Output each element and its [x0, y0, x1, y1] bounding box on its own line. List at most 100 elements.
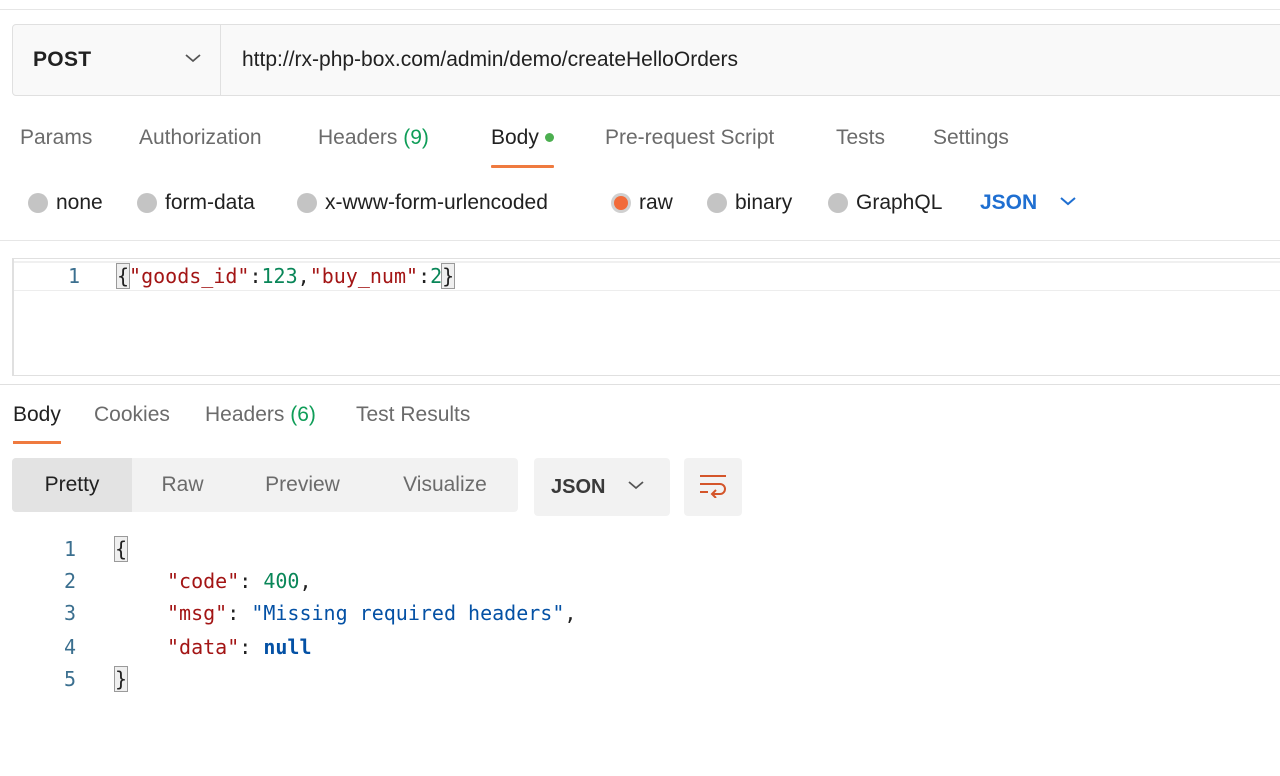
- radio-label: raw: [639, 191, 673, 214]
- tab-label: Body: [491, 126, 539, 149]
- response-format-select[interactable]: JSON: [534, 458, 670, 516]
- code-line: 5 }: [0, 666, 1280, 697]
- tab-label: Authorization: [139, 126, 262, 149]
- url-input[interactable]: http://rx-php-box.com/admin/demo/createH…: [221, 25, 1280, 95]
- response-tab-test-results[interactable]: Test Results: [356, 394, 470, 444]
- tab-pre-request-script[interactable]: Pre-request Script: [605, 112, 774, 170]
- body-type-options: none form-data x-www-form-urlencoded raw…: [0, 180, 1280, 226]
- request-body-editor[interactable]: 1 {"goods_id":123,"buy_num":2}: [12, 258, 1280, 376]
- view-raw-button[interactable]: Raw: [132, 458, 233, 512]
- tab-label: Body: [13, 403, 61, 426]
- radio-label: x-www-form-urlencoded: [325, 191, 548, 214]
- line-number: 2: [64, 569, 77, 593]
- section-divider: [0, 240, 1280, 241]
- radio-circle: [828, 193, 848, 213]
- format-label: JSON: [551, 475, 606, 498]
- radio-circle: [28, 193, 48, 213]
- method-select[interactable]: POST: [13, 25, 221, 95]
- tab-label: Params: [20, 126, 93, 149]
- punc: :: [249, 264, 262, 288]
- json-key: "data": [167, 635, 240, 659]
- punc: ,: [564, 601, 577, 625]
- response-tab-headers[interactable]: Headers (6): [205, 394, 316, 444]
- punc: ,: [297, 264, 310, 288]
- code-text: }: [113, 666, 129, 692]
- wrap-lines-icon: [698, 472, 728, 503]
- radio-graphql[interactable]: GraphQL: [828, 180, 942, 226]
- brace-close: }: [441, 263, 456, 289]
- response-body-viewer[interactable]: 1 { 2 "code": 400, 3 "msg": "Missing req…: [0, 535, 1280, 705]
- punc: :: [239, 569, 264, 593]
- code-line: 2 "code": 400,: [0, 569, 1280, 599]
- request-tabs: Params Authorization Headers (9) Body Pr…: [0, 112, 1280, 170]
- active-tab-underline: [491, 165, 554, 168]
- line-number: 5: [64, 667, 77, 691]
- view-preview-button[interactable]: Preview: [233, 458, 372, 512]
- code-text: {: [113, 536, 129, 562]
- tab-params[interactable]: Params: [20, 112, 92, 170]
- radio-none[interactable]: none: [28, 180, 103, 226]
- code-line: {"goods_id":123,"buy_num":2}: [115, 263, 456, 289]
- json-key: "code": [167, 569, 240, 593]
- headers-count: (6): [290, 403, 316, 426]
- radio-circle: [707, 193, 727, 213]
- tab-headers[interactable]: Headers (9): [318, 112, 429, 170]
- code-text: "code": 400,: [167, 569, 312, 593]
- radio-label: none: [56, 191, 103, 214]
- radio-form-data[interactable]: form-data: [137, 180, 255, 226]
- radio-label: binary: [735, 191, 793, 214]
- json-null: null: [263, 635, 312, 659]
- json-string: "Missing required headers": [251, 601, 565, 625]
- code-text: "msg": "Missing required headers",: [167, 601, 576, 625]
- punc: :: [227, 601, 252, 625]
- line-number: 1: [68, 264, 81, 288]
- tab-label: Settings: [933, 126, 1009, 149]
- code-line: 1 {: [0, 536, 1280, 567]
- json-key: "goods_id": [129, 264, 250, 288]
- radio-label: GraphQL: [856, 191, 943, 214]
- top-divider: [0, 9, 1280, 10]
- json-number: 400: [263, 569, 300, 593]
- language-label: JSON: [980, 191, 1038, 214]
- radio-binary[interactable]: binary: [707, 180, 792, 226]
- json-key: "msg": [167, 601, 228, 625]
- view-pretty-button[interactable]: Pretty: [12, 458, 132, 512]
- chevron-down-icon: [627, 478, 645, 496]
- code-line: 3 "msg": "Missing required headers",: [0, 601, 1280, 631]
- json-number: 2: [430, 264, 443, 288]
- radio-circle: [137, 193, 157, 213]
- brace-open: {: [115, 263, 131, 289]
- radio-x-www-form-urlencoded[interactable]: x-www-form-urlencoded: [297, 180, 548, 226]
- brace-close: }: [113, 666, 129, 692]
- tab-tests[interactable]: Tests: [836, 112, 885, 170]
- tab-body[interactable]: Body: [491, 112, 554, 170]
- tab-settings[interactable]: Settings: [933, 112, 1009, 170]
- code-text: "data": null: [167, 635, 312, 659]
- tab-authorization[interactable]: Authorization: [139, 112, 262, 170]
- view-visualize-button[interactable]: Visualize: [372, 458, 518, 512]
- response-tab-cookies[interactable]: Cookies: [94, 394, 170, 444]
- request-bar: POST http://rx-php-box.com/admin/demo/cr…: [12, 24, 1280, 96]
- radio-label: form-data: [165, 191, 255, 214]
- json-key: "buy_num": [309, 264, 419, 288]
- radio-circle: [297, 193, 317, 213]
- url-text: http://rx-php-box.com/admin/demo/createH…: [242, 48, 739, 71]
- response-tabs: Body Cookies Headers (6) Test Results: [0, 394, 1280, 444]
- body-language-select[interactable]: JSON: [980, 180, 1077, 226]
- wrap-lines-button[interactable]: [684, 458, 742, 516]
- response-tab-body[interactable]: Body: [13, 394, 61, 444]
- line-number: 1: [64, 537, 77, 561]
- tab-label: Tests: [836, 126, 886, 149]
- code-line: 4 "data": null: [0, 635, 1280, 665]
- active-tab-underline: [13, 441, 61, 444]
- json-number: 123: [261, 264, 298, 288]
- radio-circle-checked: [611, 193, 631, 213]
- punc: ,: [299, 569, 312, 593]
- method-label: POST: [33, 48, 92, 71]
- headers-count: (9): [403, 126, 429, 149]
- line-number: 4: [64, 635, 77, 659]
- tab-label: Cookies: [94, 403, 170, 426]
- radio-raw[interactable]: raw: [611, 180, 673, 226]
- chevron-down-icon: [1059, 194, 1077, 212]
- tab-label: Headers: [205, 403, 285, 426]
